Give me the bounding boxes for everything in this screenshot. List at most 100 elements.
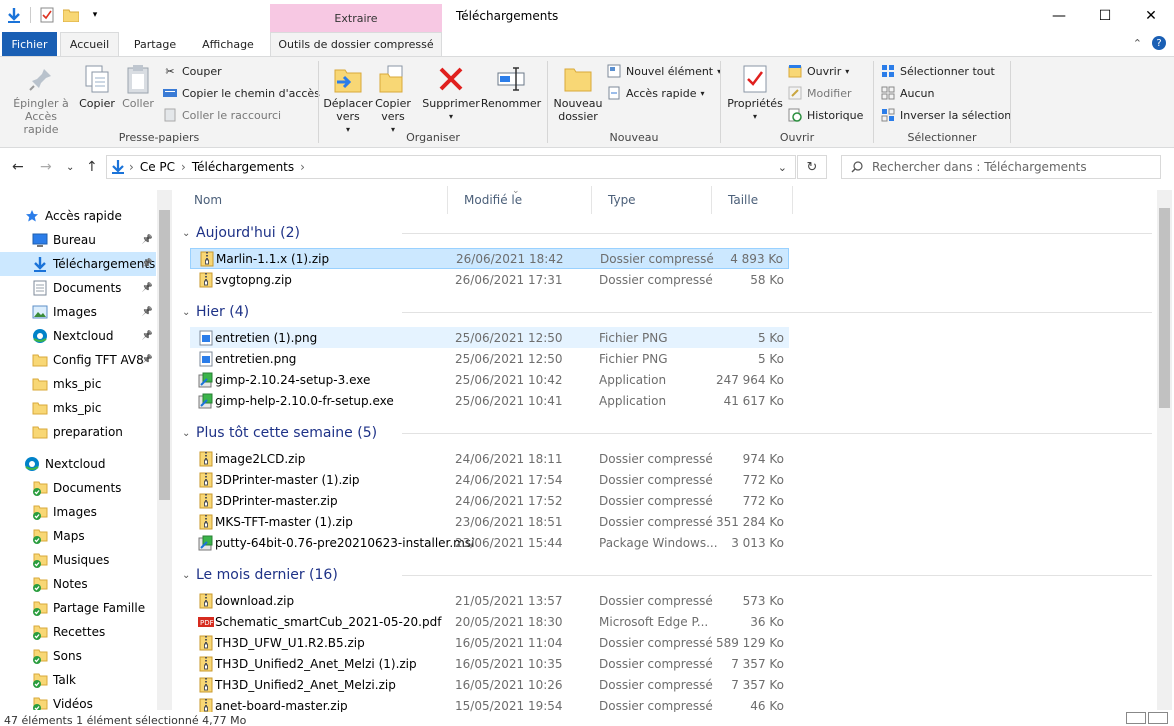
column-header-modified[interactable]: Modifié le ⌄ — [448, 186, 592, 214]
properties-button[interactable]: Propriétés ▾ — [727, 63, 783, 123]
easy-access-button[interactable]: Accès rapide ▾ — [606, 85, 705, 101]
file-row[interactable]: anet-board-master.zip 15/05/2021 19:54 Dos… — [190, 695, 789, 712]
file-row[interactable]: MKS-TFT-master (1).zip 23/06/2021 18:51 Do… — [190, 511, 789, 532]
sidebar-item-preparation[interactable]: preparation — [0, 420, 156, 444]
pin-icon[interactable]: 📌 — [142, 307, 153, 317]
search-box[interactable]: Rechercher dans : Téléchargements — [841, 155, 1161, 179]
file-row[interactable]: PDF Schematic_smartCub_2021-05-20.pdf 20/0… — [190, 611, 789, 632]
scrollbar-thumb[interactable] — [1159, 208, 1170, 408]
file-row[interactable]: 3DPrinter-master.zip 24/06/2021 17:52 Doss… — [190, 490, 789, 511]
history-button[interactable]: Historique — [787, 107, 863, 123]
pin-icon[interactable]: 📌 — [142, 331, 153, 341]
file-row[interactable]: TH3D_Unified2_Anet_Melzi.zip 16/05/2021 1… — [190, 674, 789, 695]
delete-button[interactable]: Supprimer ▾ — [421, 63, 481, 123]
new-item-button[interactable]: Nouvel élément ▾ — [606, 63, 721, 79]
sidebar-item-vidéos[interactable]: Vidéos — [0, 692, 156, 710]
sidebar-item-config-tft-av8[interactable]: Config TFT AV8 📌 — [0, 348, 156, 372]
minimize-icon[interactable]: — — [1036, 0, 1082, 32]
group-header[interactable]: ⌄ Hier (4) — [182, 301, 1152, 323]
sidebar-item-nextcloud[interactable]: Nextcloud — [0, 452, 156, 476]
pin-icon[interactable]: 📌 — [142, 235, 153, 245]
scrollbar-thumb[interactable] — [159, 210, 170, 500]
close-icon[interactable]: ✕ — [1128, 0, 1174, 32]
sidebar-item-partage-famille[interactable]: Partage Famille — [0, 596, 156, 620]
copy-to-button[interactable]: Copier vers ▾ — [375, 63, 411, 136]
file-row[interactable]: putty-64bit-0.76-pre20210623-installer.m… — [190, 532, 789, 553]
file-row[interactable]: entretien (1).png 25/06/2021 12:50 Fichier… — [190, 327, 789, 348]
invert-selection-button[interactable]: Inverser la sélection — [880, 107, 1011, 123]
download-arrow-icon[interactable] — [6, 6, 22, 24]
collapse-chevron-icon[interactable]: ⌄ — [182, 307, 196, 318]
pin-icon[interactable]: 📌 — [142, 259, 153, 269]
tab-share[interactable]: Partage — [124, 32, 186, 56]
pin-quick-access-button[interactable]: Épingler à Accès rapide — [6, 63, 76, 136]
navigation-pane-scrollbar[interactable] — [157, 190, 172, 710]
sidebar-item-mks-pic[interactable]: mks_pic — [0, 396, 156, 420]
recent-locations-chevron-icon[interactable]: ⌄ — [66, 162, 74, 173]
file-row[interactable]: Marlin-1.1.x (1).zip 26/06/2021 18:42 Doss… — [190, 248, 789, 269]
select-none-button[interactable]: Aucun — [880, 85, 935, 101]
sidebar-item-sons[interactable]: Sons — [0, 644, 156, 668]
large-icons-view-icon[interactable] — [1148, 712, 1168, 724]
collapse-ribbon-icon[interactable]: ⌃ — [1133, 37, 1142, 50]
column-header-type[interactable]: Type — [592, 186, 712, 214]
group-header[interactable]: ⌄ Aujourd'hui (2) — [182, 222, 1152, 244]
column-header-name[interactable]: Nom — [178, 186, 448, 214]
sidebar-item-mks-pic[interactable]: mks_pic — [0, 372, 156, 396]
group-header[interactable]: ⌄ Plus tôt cette semaine (5) — [182, 422, 1152, 444]
sidebar-item-musiques[interactable]: Musiques — [0, 548, 156, 572]
column-header-size[interactable]: Taille — [712, 186, 793, 214]
breadcrumb-this-pc[interactable]: Ce PC — [134, 160, 181, 174]
file-row[interactable]: svgtopng.zip 26/06/2021 17:31 Dossier comp… — [190, 269, 789, 290]
file-row[interactable]: gimp-help-2.10.0-fr-setup.exe 25/06/2021 … — [190, 390, 789, 411]
file-row[interactable]: TH3D_UFW_U1.R2.B5.zip 16/05/2021 11:04 Dos… — [190, 632, 789, 653]
pin-icon[interactable]: 📌 — [142, 283, 153, 293]
file-row[interactable]: gimp-2.10.24-setup-3.exe 25/06/2021 10:42… — [190, 369, 789, 390]
file-row[interactable]: TH3D_Unified2_Anet_Melzi (1).zip 16/05/20… — [190, 653, 789, 674]
select-all-button[interactable]: Sélectionner tout — [880, 63, 995, 79]
sidebar-item-recettes[interactable]: Recettes — [0, 620, 156, 644]
sidebar-item-images[interactable]: Images — [0, 500, 156, 524]
collapse-chevron-icon[interactable]: ⌄ — [182, 570, 196, 581]
address-bar[interactable]: › Ce PC › Téléchargements › ⌄ — [106, 155, 796, 179]
tab-view[interactable]: Affichage — [190, 32, 266, 56]
maximize-icon[interactable]: ☐ — [1082, 0, 1128, 32]
forward-arrow-icon[interactable]: → — [40, 159, 52, 175]
rename-button[interactable]: Renommer — [481, 63, 541, 110]
file-list-scrollbar[interactable] — [1157, 190, 1172, 710]
sidebar-item-maps[interactable]: Maps — [0, 524, 156, 548]
up-arrow-icon[interactable]: ↑ — [86, 159, 98, 175]
properties-icon[interactable] — [39, 6, 55, 24]
sidebar-item-bureau[interactable]: Bureau 📌 — [0, 228, 156, 252]
edit-button[interactable]: Modifier — [787, 85, 851, 101]
pin-icon[interactable]: 📌 — [142, 355, 153, 365]
collapse-chevron-icon[interactable]: ⌄ — [182, 228, 196, 239]
new-folder-icon[interactable] — [63, 6, 79, 24]
refresh-icon[interactable]: ↻ — [797, 155, 827, 179]
sidebar-item-téléchargements[interactable]: Téléchargements 📌 — [0, 252, 156, 276]
sidebar-item-notes[interactable]: Notes — [0, 572, 156, 596]
help-icon[interactable]: ? — [1152, 36, 1166, 50]
file-row[interactable]: 3DPrinter-master (1).zip 24/06/2021 17:54… — [190, 469, 789, 490]
group-header[interactable]: ⌄ Le mois dernier (16) — [182, 564, 1152, 586]
copy-path-button[interactable]: Copier le chemin d'accès — [162, 85, 320, 101]
customize-dropdown-icon[interactable]: ▾ — [87, 6, 103, 24]
file-row[interactable]: image2LCD.zip 24/06/2021 18:11 Dossier com… — [190, 448, 789, 469]
sidebar-item-images[interactable]: Images 📌 — [0, 300, 156, 324]
sidebar-item-talk[interactable]: Talk — [0, 668, 156, 692]
sidebar-item-accès-rapide[interactable]: Accès rapide — [0, 204, 156, 228]
details-view-icon[interactable] — [1126, 712, 1146, 724]
sidebar-item-documents[interactable]: Documents — [0, 476, 156, 500]
collapse-chevron-icon[interactable]: ⌄ — [182, 428, 196, 439]
file-row[interactable]: download.zip 21/05/2021 13:57 Dossier comp… — [190, 590, 789, 611]
file-row[interactable]: entretien.png 25/06/2021 12:50 Fichier PNG… — [190, 348, 789, 369]
copy-button[interactable]: Copier — [78, 63, 116, 110]
open-button[interactable]: Ouvrir ▾ — [787, 63, 849, 79]
sidebar-item-nextcloud[interactable]: Nextcloud 📌 — [0, 324, 156, 348]
address-dropdown-icon[interactable]: ⌄ — [778, 161, 795, 174]
tab-compressed-folder-tools[interactable]: Outils de dossier compressé — [270, 32, 442, 56]
cut-button[interactable]: ✂ Couper — [162, 63, 221, 79]
sidebar-item-documents[interactable]: Documents 📌 — [0, 276, 156, 300]
new-folder-button[interactable]: Nouveau dossier — [552, 63, 604, 123]
paste-shortcut-button[interactable]: Coller le raccourci — [162, 107, 281, 123]
